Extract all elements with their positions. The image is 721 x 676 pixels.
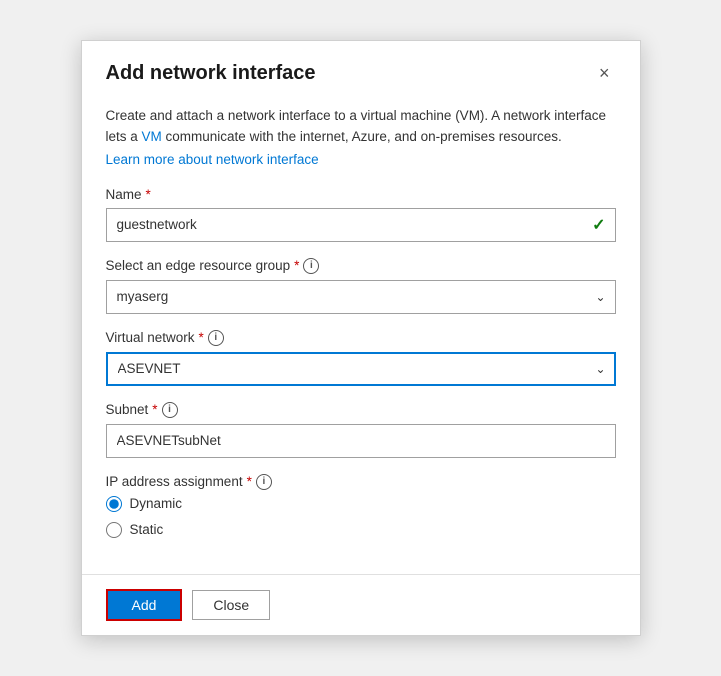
- add-button[interactable]: Add: [106, 589, 183, 621]
- virtual-network-required-star: *: [199, 330, 204, 345]
- resource-group-required-star: *: [294, 258, 299, 273]
- name-input[interactable]: [106, 208, 616, 242]
- dynamic-radio-input[interactable]: [106, 496, 122, 512]
- dialog-footer: Add Close: [82, 574, 640, 635]
- resource-group-select-wrapper: ⌄: [106, 280, 616, 314]
- static-radio-input[interactable]: [106, 522, 122, 538]
- subnet-label: Subnet * i: [106, 402, 616, 418]
- subnet-input[interactable]: [106, 424, 616, 458]
- subnet-info-icon[interactable]: i: [162, 402, 178, 418]
- dynamic-radio-label[interactable]: Dynamic: [106, 496, 616, 512]
- subnet-input-wrapper: [106, 424, 616, 458]
- subnet-required-star: *: [152, 402, 157, 417]
- virtual-network-select-wrapper: ⌄: [106, 352, 616, 386]
- vm-link[interactable]: VM: [142, 129, 162, 144]
- static-radio-label[interactable]: Static: [106, 522, 616, 538]
- virtual-network-info-icon[interactable]: i: [208, 330, 224, 346]
- close-button[interactable]: Close: [192, 590, 270, 620]
- ip-assignment-field-group: IP address assignment * i Dynamic Static: [106, 474, 616, 538]
- dialog-body: Create and attach a network interface to…: [82, 98, 640, 574]
- resource-group-input[interactable]: [106, 280, 616, 314]
- resource-group-field-group: Select an edge resource group * i ⌄: [106, 258, 616, 314]
- name-label: Name *: [106, 187, 616, 202]
- name-input-wrapper: ✓: [106, 208, 616, 242]
- dialog-title: Add network interface: [106, 62, 316, 85]
- virtual-network-field-group: Virtual network * i ⌄: [106, 330, 616, 386]
- name-field-group: Name * ✓: [106, 187, 616, 242]
- subnet-field-group: Subnet * i: [106, 402, 616, 458]
- dialog-overlay: Add network interface × Create and attac…: [0, 0, 721, 676]
- dialog-close-button[interactable]: ×: [593, 61, 616, 86]
- resource-group-info-icon[interactable]: i: [303, 258, 319, 274]
- dynamic-radio-text: Dynamic: [130, 496, 183, 511]
- virtual-network-label: Virtual network * i: [106, 330, 616, 346]
- virtual-network-input[interactable]: [106, 352, 616, 386]
- ip-assignment-required-star: *: [247, 474, 252, 489]
- resource-group-label: Select an edge resource group * i: [106, 258, 616, 274]
- ip-assignment-radio-group: Dynamic Static: [106, 496, 616, 538]
- dialog-description: Create and attach a network interface to…: [106, 106, 616, 147]
- ip-assignment-info-icon[interactable]: i: [256, 474, 272, 490]
- dialog-header: Add network interface ×: [82, 41, 640, 98]
- name-required-star: *: [146, 187, 151, 202]
- ip-assignment-label: IP address assignment * i: [106, 474, 616, 490]
- add-network-interface-dialog: Add network interface × Create and attac…: [81, 40, 641, 636]
- static-radio-text: Static: [130, 522, 164, 537]
- learn-more-link[interactable]: Learn more about network interface: [106, 152, 319, 167]
- name-valid-check: ✓: [592, 215, 605, 235]
